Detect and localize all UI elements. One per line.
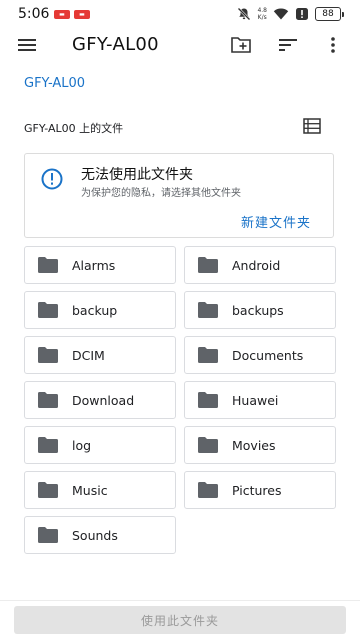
folder-icon <box>38 392 58 408</box>
folder-name: DCIM <box>72 347 105 363</box>
create-folder-link[interactable]: 新建文件夹 <box>241 212 311 231</box>
folder-item[interactable]: Pictures <box>184 471 336 509</box>
folder-name: Alarms <box>72 257 116 273</box>
folder-item[interactable]: Download <box>24 381 176 419</box>
folder-name: Movies <box>232 437 276 453</box>
app-bar: GFY-AL00 <box>0 28 360 62</box>
folder-name: backup <box>72 302 118 318</box>
folder-item[interactable]: Movies <box>184 426 336 464</box>
mute-bell-icon <box>238 7 251 21</box>
warning-subtitle: 为保护您的隐私，请选择其他文件夹 <box>81 188 241 199</box>
folder-icon <box>38 257 58 273</box>
menu-button[interactable] <box>14 32 40 58</box>
bottom-divider <box>0 600 360 601</box>
more-vert-icon <box>331 37 335 53</box>
folder-name: Music <box>72 482 108 498</box>
folder-icon <box>198 437 218 453</box>
list-view-icon <box>303 118 321 134</box>
more-options-button[interactable] <box>320 32 346 58</box>
folder-icon <box>198 392 218 408</box>
folder-icon <box>38 302 58 318</box>
folder-item[interactable]: Documents <box>184 336 336 374</box>
warning-title: 无法使用此文件夹 <box>81 167 193 183</box>
battery-tip <box>342 11 344 17</box>
folder-item[interactable]: DCIM <box>24 336 176 374</box>
list-view-toggle[interactable] <box>302 116 322 136</box>
folder-name: Huawei <box>232 392 279 408</box>
folder-name: Documents <box>232 347 304 363</box>
folder-item[interactable]: Sounds <box>24 516 176 554</box>
folder-icon <box>198 257 218 273</box>
folder-name: backups <box>232 302 284 318</box>
folder-item[interactable]: backup <box>24 291 176 329</box>
folder-icon <box>38 437 58 453</box>
breadcrumb-root[interactable]: GFY-AL00 <box>24 76 85 91</box>
hamburger-icon <box>18 39 36 51</box>
sort-icon <box>279 39 297 51</box>
folder-icon <box>38 347 58 363</box>
folder-item[interactable]: Android <box>184 246 336 284</box>
wifi-icon <box>273 8 289 20</box>
folder-icon <box>198 302 218 318</box>
folder-name: Pictures <box>232 482 282 498</box>
info-icon <box>41 168 63 190</box>
folder-icon <box>38 527 58 543</box>
folder-item[interactable]: Alarms <box>24 246 176 284</box>
folder-item[interactable]: Music <box>24 471 176 509</box>
warning-card: 无法使用此文件夹 为保护您的隐私，请选择其他文件夹 新建文件夹 <box>24 153 334 238</box>
new-folder-button[interactable] <box>228 32 254 58</box>
sort-button[interactable] <box>275 32 301 58</box>
network-speed: 4.8 K/s <box>257 7 267 21</box>
folder-item[interactable]: log <box>24 426 176 464</box>
folder-icon <box>38 482 58 498</box>
folder-icon <box>198 482 218 498</box>
create-new-folder-icon <box>231 37 251 53</box>
folder-name: Sounds <box>72 527 118 543</box>
folder-name: Android <box>232 257 281 273</box>
folder-icon <box>198 347 218 363</box>
status-bar: 5:06 ▬ ▬ 4.8 K/s 88 <box>0 0 360 28</box>
folder-item[interactable]: Huawei <box>184 381 336 419</box>
files-header: GFY-AL00 上的文件 <box>24 122 124 135</box>
battery-indicator: 88 <box>315 7 344 21</box>
battery-level: 88 <box>315 7 341 21</box>
use-this-folder-button[interactable]: 使用此文件夹 <box>14 606 346 634</box>
alert-icon <box>296 8 308 20</box>
app-title: GFY-AL00 <box>72 34 159 55</box>
folder-item[interactable]: backups <box>184 291 336 329</box>
status-icons: 4.8 K/s 88 <box>237 5 344 23</box>
folder-name: log <box>72 437 92 453</box>
notification-app-icon: ▬ <box>54 10 70 19</box>
folder-name: Download <box>72 392 135 408</box>
notification-app-icon-2: ▬ <box>74 10 90 19</box>
status-time: 5:06 <box>18 6 50 22</box>
